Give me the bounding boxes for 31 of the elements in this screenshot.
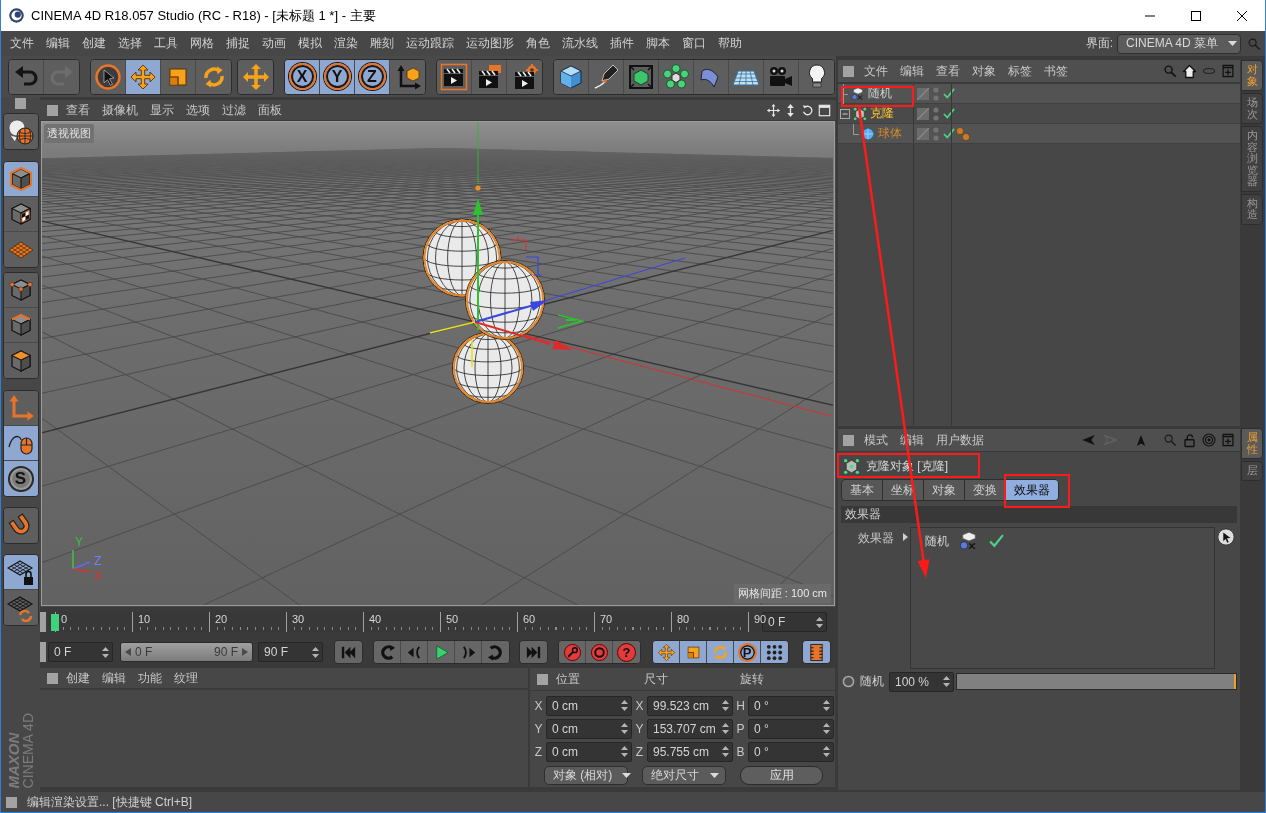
- axis-label: X: [635, 698, 644, 713]
- field-label: 随机: [860, 673, 884, 690]
- axis-label: Y: [534, 721, 543, 736]
- column-header: 尺寸: [643, 670, 669, 688]
- frame-number: 40: [369, 613, 382, 625]
- layout-label: 界面:: [1085, 35, 1113, 52]
- axis-label: Z: [534, 744, 543, 759]
- axis-label: B: [736, 744, 745, 759]
- axis-label: Z: [635, 744, 644, 759]
- axis-label: Z: [94, 555, 102, 567]
- axis-label: X: [534, 698, 543, 713]
- axis-label: Y: [75, 536, 83, 548]
- column-header: 旋转: [739, 670, 765, 688]
- frame-number: 50: [446, 613, 459, 625]
- status-text: 编辑渲染设置... [快捷键 Ctrl+B]: [27, 793, 192, 811]
- frame-number: 10: [138, 613, 151, 625]
- frame-number: 20: [215, 613, 228, 625]
- axis-label: Y: [635, 721, 644, 736]
- axis-label: P: [736, 721, 745, 736]
- frame-number: 70: [600, 613, 613, 625]
- frame-number: 60: [523, 613, 536, 625]
- axis-label: X: [94, 570, 102, 582]
- frame-number: 30: [292, 613, 305, 625]
- column-header: 位置: [555, 670, 581, 688]
- range-start-label: 0 F: [135, 645, 153, 659]
- axis-label: H: [736, 698, 745, 713]
- range-end-label: 90 F: [214, 645, 238, 659]
- window-title: CINEMA 4D R18.057 Studio (RC - R18) - [未标题 1 *] - 主要: [31, 6, 376, 25]
- frame-number: 0: [61, 613, 68, 625]
- frame-number: 80: [677, 613, 690, 625]
- grid-spacing-label: 网格间距 : 100 cm: [733, 584, 831, 603]
